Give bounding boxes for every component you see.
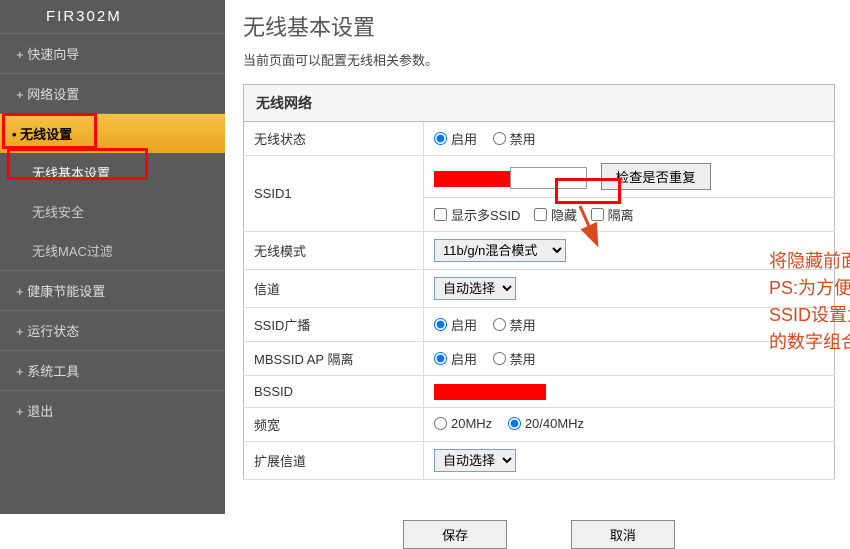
page-title: 无线基本设置 — [243, 10, 835, 42]
row-label-channel: 信道 — [244, 270, 424, 308]
ssid-redacted — [434, 171, 512, 187]
row-label-ext-channel: 扩展信道 — [244, 441, 424, 479]
row-label-broadcast: SSID广播 — [244, 308, 424, 342]
ext-channel-select[interactable]: 自动选择 — [434, 449, 516, 472]
sidebar: FIR302M + 快速向导+ 网络设置• 无线设置无线基本设置无线安全无线MA… — [0, 0, 225, 514]
broadcast-disable-radio[interactable]: 禁用 — [493, 315, 536, 334]
bssid-redacted — [434, 384, 546, 400]
sidebar-item-4[interactable]: + 运行状态 — [0, 310, 225, 350]
row-label-mode: 无线模式 — [244, 232, 424, 270]
broadcast-enable-radio[interactable]: 启用 — [434, 315, 477, 334]
mbssid-disable-radio[interactable]: 禁用 — [493, 349, 536, 368]
cancel-button[interactable]: 取消 — [571, 520, 675, 549]
channel-select[interactable]: 自动选择 — [434, 277, 516, 300]
section-header: 无线网络 — [244, 85, 835, 122]
content-area: 无线基本设置 当前页面可以配置无线相关参数。 无线网络 无线状态 启用 禁用 S… — [225, 0, 850, 514]
status-enable-radio[interactable]: 启用 — [434, 129, 477, 148]
row-label-bssid: BSSID — [244, 376, 424, 408]
wireless-settings-table: 无线网络 无线状态 启用 禁用 SSID1 检查是否重复 显示多SSID 隐藏 — [243, 84, 835, 480]
wireless-mode-select[interactable]: 11b/g/n混合模式 — [434, 239, 566, 262]
show-multi-ssid-checkbox[interactable]: 显示多SSID — [434, 205, 520, 224]
hide-ssid-checkbox[interactable]: 隐藏 — [534, 205, 577, 224]
row-label-bandwidth: 频宽 — [244, 407, 424, 441]
row-label-mbssid: MBSSID AP 隔离 — [244, 342, 424, 376]
annotation-arrow — [574, 202, 614, 252]
sidebar-item-1[interactable]: + 网络设置 — [0, 73, 225, 113]
sidebar-item-3[interactable]: + 健康节能设置 — [0, 270, 225, 310]
status-disable-radio[interactable]: 禁用 — [493, 129, 536, 148]
sidebar-item-0[interactable]: + 快速向导 — [0, 33, 225, 73]
bandwidth-20mhz-radio[interactable]: 20MHz — [434, 416, 492, 431]
row-label-ssid1: SSID1 — [244, 156, 424, 232]
sidebar-item-5[interactable]: + 系统工具 — [0, 350, 225, 390]
sidebar-item-2[interactable]: • 无线设置 — [0, 113, 225, 153]
sidebar-item-6[interactable]: + 退出 — [0, 390, 225, 430]
annotation-text: 将隐藏前面的勾打上 PS:为方便记忆可将 SSID设置为自己熟知 的数字组合 — [769, 248, 850, 356]
page-subtitle: 当前页面可以配置无线相关参数。 — [243, 50, 835, 69]
mbssid-enable-radio[interactable]: 启用 — [434, 349, 477, 368]
sidebar-sub-2-2[interactable]: 无线MAC过滤 — [0, 231, 225, 270]
row-label-status: 无线状态 — [244, 122, 424, 156]
router-model-label: FIR302M — [0, 0, 225, 33]
sidebar-sub-2-1[interactable]: 无线安全 — [0, 192, 225, 231]
sidebar-sub-2-0[interactable]: 无线基本设置 — [0, 153, 225, 192]
ssid1-input[interactable] — [510, 167, 587, 189]
check-duplicate-button[interactable]: 检查是否重复 — [601, 163, 711, 190]
bandwidth-2040mhz-radio[interactable]: 20/40MHz — [508, 416, 584, 431]
save-button[interactable]: 保存 — [403, 520, 507, 549]
